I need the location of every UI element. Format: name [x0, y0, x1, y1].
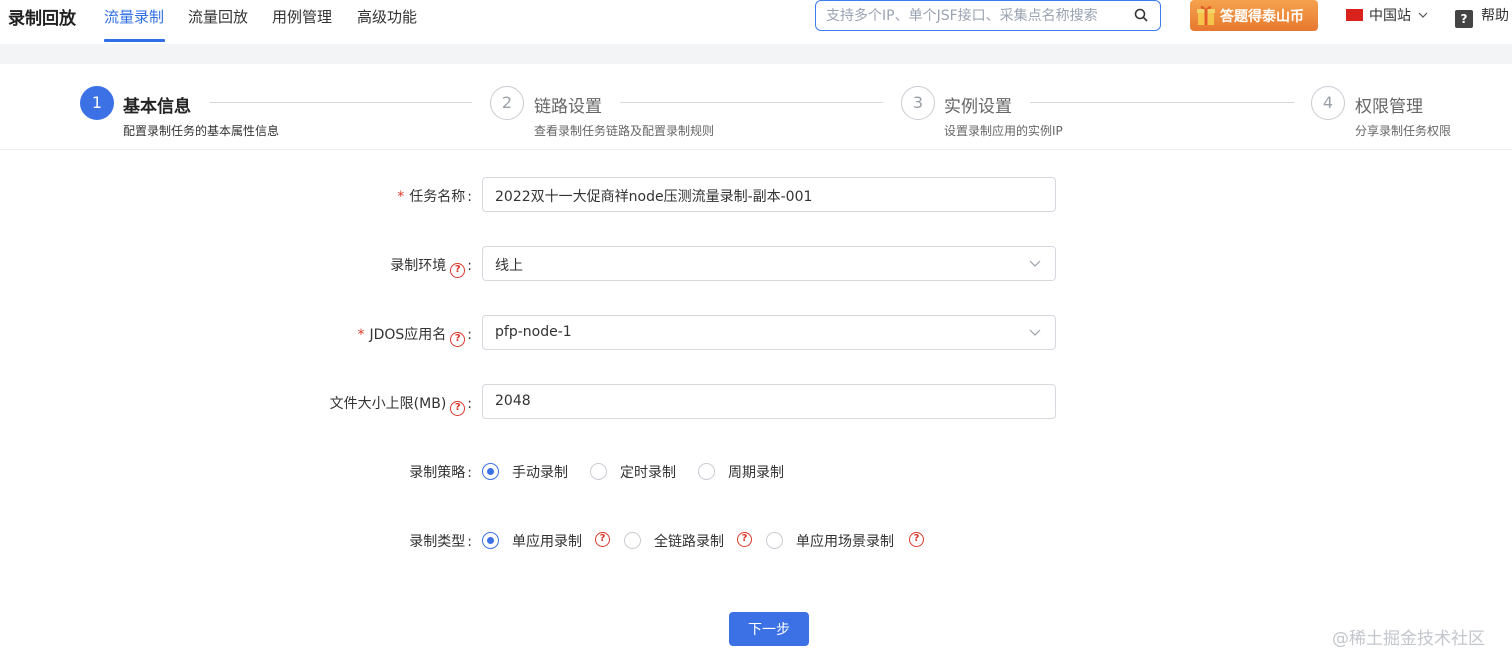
task-name-value: 2022双十一大促商祥node压测流量录制-副本-001 [495, 189, 813, 205]
region-label: 中国站 [1369, 8, 1411, 24]
step-3-desc: 设置录制应用的实例IP [944, 124, 1063, 138]
nav-advanced[interactable]: 高级功能 [357, 6, 417, 27]
step-4-number: 4 [1311, 86, 1345, 120]
radio-empty-icon [698, 463, 715, 480]
radio-empty-icon [624, 532, 641, 549]
app-title: 录制回放 [8, 9, 76, 29]
help-link[interactable]: ? 帮助 [1455, 5, 1509, 28]
search-input[interactable] [826, 1, 1126, 30]
help-label: 帮助 [1481, 8, 1509, 24]
chevron-down-icon [1029, 329, 1041, 336]
help-circle-icon[interactable]: ? [909, 532, 924, 547]
wizard-steps: 1 基本信息 配置录制任务的基本属性信息 2 链路设置 查看录制任务链路及配置录… [0, 64, 1512, 150]
next-step-button[interactable]: 下一步 [729, 612, 809, 646]
help-icon: ? [1455, 10, 1473, 28]
help-circle-icon[interactable]: ? [737, 532, 752, 547]
nav-active-indicator [104, 39, 165, 42]
filesize-value: 2048 [495, 393, 531, 409]
filesize-label: 文件大小上限(MB)?: [330, 393, 472, 416]
step-2-desc: 查看录制任务链路及配置录制规则 [534, 124, 715, 138]
jdos-value: pfp-node-1 [495, 324, 572, 340]
step-1-number: 1 [80, 86, 114, 120]
radio-empty-icon [766, 532, 783, 549]
top-nav: 录制回放 流量录制 流量回放 用例管理 高级功能 答题得泰山币 中国站 ? 帮助 [0, 0, 1512, 44]
step-2-title: 链路设置 [534, 97, 602, 117]
help-circle-icon[interactable]: ? [450, 263, 466, 278]
help-circle-icon[interactable]: ? [450, 401, 466, 416]
nav-traffic-record[interactable]: 流量录制 [104, 6, 164, 27]
watermark: @稀土掘金技术社区 [1332, 629, 1485, 649]
step-4-desc: 分享录制任务权限 [1355, 124, 1452, 138]
help-circle-icon[interactable]: ? [450, 332, 466, 347]
nav-case-management[interactable]: 用例管理 [272, 6, 332, 27]
step-4-title: 权限管理 [1355, 97, 1423, 117]
step-connector [210, 102, 472, 103]
radio-empty-icon [590, 463, 607, 480]
env-value: 线上 [495, 258, 523, 274]
promo-label: 答题得泰山币 [1220, 9, 1304, 25]
jdos-select[interactable]: pfp-node-1 [482, 315, 1056, 350]
step-3-number: 3 [901, 86, 935, 120]
nav-traffic-replay[interactable]: 流量回放 [188, 6, 248, 27]
search-icon[interactable] [1134, 8, 1148, 22]
promo-button[interactable]: 答题得泰山币 [1190, 0, 1318, 31]
jdos-label: * JDOS应用名?: [357, 324, 472, 347]
step-2-number: 2 [490, 86, 524, 120]
radio-selected-icon [482, 463, 499, 480]
env-select[interactable]: 线上 [482, 246, 1056, 281]
step-connector [1030, 102, 1294, 103]
strategy-label: 录制策略: [409, 465, 472, 481]
global-search [815, 0, 1161, 31]
content-divider [0, 44, 1512, 64]
gift-icon [1197, 5, 1215, 25]
help-circle-icon[interactable]: ? [595, 532, 610, 547]
env-label: 录制环境?: [390, 255, 472, 278]
chevron-down-icon [1029, 260, 1041, 267]
task-name-input[interactable]: 2022双十一大促商祥node压测流量录制-副本-001 [482, 177, 1056, 212]
task-name-label: * 任务名称: [397, 189, 472, 205]
filesize-input[interactable]: 2048 [482, 384, 1056, 419]
radio-selected-icon [482, 532, 499, 549]
region-selector[interactable]: 中国站 [1346, 5, 1428, 25]
step-1-desc: 配置录制任务的基本属性信息 [123, 124, 280, 138]
rtype-label: 录制类型: [409, 534, 472, 550]
step-1-title: 基本信息 [123, 97, 191, 117]
step-connector [620, 102, 883, 103]
step-3-title: 实例设置 [944, 97, 1012, 117]
chevron-down-icon [1419, 12, 1428, 18]
china-flag-icon [1346, 9, 1363, 21]
